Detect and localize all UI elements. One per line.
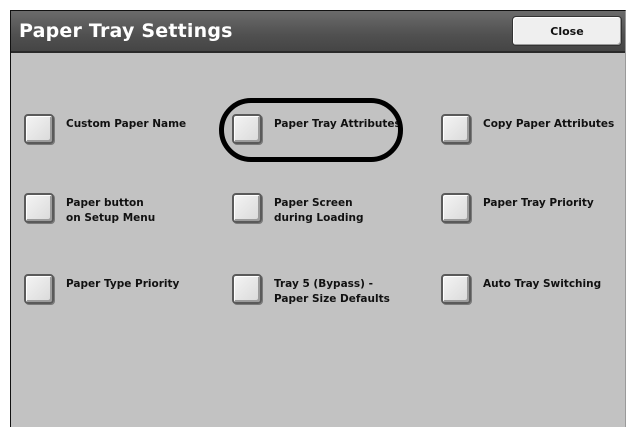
option-label: Paper Screen during Loading <box>274 197 364 224</box>
option-label: Paper Tray Attributes <box>274 118 401 130</box>
option-label: Auto Tray Switching <box>483 278 602 290</box>
option-copy-paper-attributes[interactable]: Copy Paper Attributes <box>441 114 632 154</box>
checkbox-icon[interactable] <box>232 114 262 144</box>
page-title: Paper Tray Settings <box>19 20 233 42</box>
checkbox-icon[interactable] <box>232 193 262 223</box>
option-paper-tray-priority[interactable]: Paper Tray Priority <box>441 193 632 233</box>
checkbox-icon[interactable] <box>441 193 471 223</box>
option-label: Paper Tray Priority <box>483 197 594 209</box>
checkbox-icon[interactable] <box>24 274 54 304</box>
checkbox-icon[interactable] <box>24 114 54 144</box>
paper-tray-settings-screen: Paper Tray Settings Close Custom Paper N… <box>10 10 626 427</box>
title-bar: Paper Tray Settings Close <box>11 11 625 53</box>
option-paper-screen-during-loading[interactable]: Paper Screen during Loading <box>232 193 432 233</box>
option-custom-paper-name[interactable]: Custom Paper Name <box>24 114 224 154</box>
option-label: Custom Paper Name <box>66 118 187 130</box>
checkbox-icon[interactable] <box>24 193 54 223</box>
option-auto-tray-switching[interactable]: Auto Tray Switching <box>441 274 632 314</box>
checkbox-icon[interactable] <box>441 274 471 304</box>
option-tray-5-bypass-paper-size-defaults[interactable]: Tray 5 (Bypass) - Paper Size Defaults <box>232 274 432 314</box>
option-paper-button-on-setup-menu[interactable]: Paper button on Setup Menu <box>24 193 224 233</box>
option-paper-tray-attributes[interactable]: Paper Tray Attributes <box>232 114 432 154</box>
checkbox-icon[interactable] <box>441 114 471 144</box>
option-label: Tray 5 (Bypass) - Paper Size Defaults <box>274 278 390 305</box>
option-label: Copy Paper Attributes <box>483 118 615 130</box>
close-button[interactable]: Close <box>512 16 622 46</box>
option-label: Paper Type Priority <box>66 278 180 290</box>
option-label: Paper button on Setup Menu <box>66 197 156 224</box>
checkbox-icon[interactable] <box>232 274 262 304</box>
option-paper-type-priority[interactable]: Paper Type Priority <box>24 274 224 314</box>
